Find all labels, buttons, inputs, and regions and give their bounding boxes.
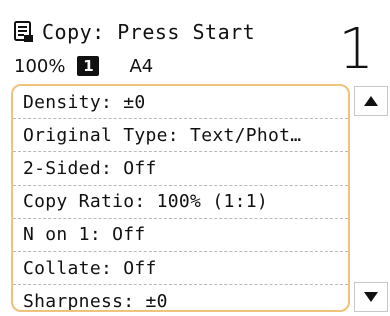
paper-size-value: A4 [129,55,154,77]
scroll-up-button[interactable] [354,86,388,116]
copy-screen: Copy: Press Start 100% 1 A4 1 Density: ±… [0,0,390,316]
list-item-2-sided[interactable]: 2-Sided: Off [13,152,348,186]
page-title: Copy: Press Start [42,20,256,44]
list-item-collate[interactable]: Collate: Off [13,252,348,286]
copy-ratio-value: 100% [14,55,66,77]
copy-count: 1 [338,17,374,82]
triangle-up-icon [363,92,379,111]
list-item-sharpness[interactable]: Sharpness: ±0 [13,285,348,310]
settings-list: Density: ±0 Original Type: Text/Phot… 2-… [11,84,350,312]
list-item-copy-ratio[interactable]: Copy Ratio: 100% (1:1) [13,186,348,219]
list-item-original-type[interactable]: Original Type: Text/Phot… [13,119,348,153]
header-title-row: Copy: Press Start [14,18,255,46]
list-item-n-on-1[interactable]: N on 1: Off [13,219,348,252]
list-item-density[interactable]: Density: ±0 [13,86,348,120]
scroll-down-button[interactable] [354,282,388,312]
status-row: 100% 1 A4 [14,54,153,78]
triangle-down-icon [363,288,379,307]
paper-tray-badge: 1 [77,56,100,76]
copy-icon [14,21,34,43]
